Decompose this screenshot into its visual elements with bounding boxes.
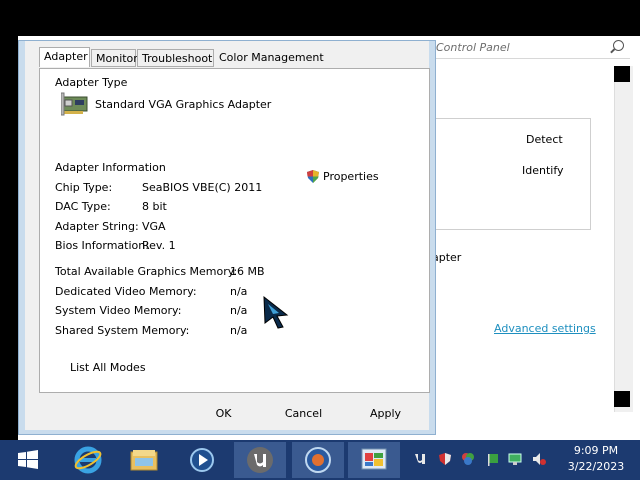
chip-type-label: Chip Type: xyxy=(55,181,113,194)
adapter-information-heading: Adapter Information xyxy=(55,161,166,174)
utorrent-tray-icon[interactable] xyxy=(413,452,427,466)
scroll-down-arrow[interactable] xyxy=(614,391,630,407)
clock-time: 9:09 PM xyxy=(573,444,619,457)
tab-troubleshoot[interactable]: Troubleshoot xyxy=(137,49,214,67)
internet-explorer-icon xyxy=(74,446,102,474)
adapter-label-partial: apter xyxy=(432,251,462,264)
system-video-memory-label: System Video Memory: xyxy=(55,304,182,317)
display-preview-box xyxy=(432,118,591,230)
network-globe-button[interactable] xyxy=(292,442,344,478)
start-button[interactable] xyxy=(2,442,54,478)
dac-type-value: 8 bit xyxy=(142,200,167,213)
media-player-button[interactable] xyxy=(176,442,228,478)
adapter-properties-dialog: Adapter Monitor Troubleshoot Color Manag… xyxy=(18,40,436,435)
uac-shield-icon xyxy=(307,169,319,183)
identify-button[interactable]: Identify xyxy=(522,164,564,177)
internet-explorer-button[interactable] xyxy=(62,442,114,478)
scroll-up-arrow[interactable] xyxy=(614,66,630,82)
colorful-tray-icon[interactable] xyxy=(461,452,475,466)
apply-button[interactable]: Apply xyxy=(348,403,423,425)
scrollbar[interactable] xyxy=(614,66,633,412)
security-shield-tray-icon[interactable] xyxy=(438,452,452,466)
tab-monitor[interactable]: Monitor xyxy=(91,49,138,67)
utorrent-button[interactable] xyxy=(234,442,286,478)
green-flag-tray-icon[interactable] xyxy=(486,452,500,466)
cancel-button[interactable]: Cancel xyxy=(266,403,341,425)
start-icon xyxy=(18,450,38,469)
detect-button[interactable]: Detect xyxy=(526,133,563,146)
total-graphics-memory-value: 16 MB xyxy=(230,265,265,278)
network-tray-icon[interactable] xyxy=(508,452,522,466)
mouse-cursor-icon xyxy=(263,295,289,329)
shared-system-memory-label: Shared System Memory: xyxy=(55,324,190,337)
control-panel-icon xyxy=(361,448,387,470)
utorrent-icon xyxy=(247,447,273,473)
file-explorer-icon xyxy=(130,450,158,471)
clock-date: 3/22/2023 xyxy=(567,460,625,473)
search-box[interactable]: Control Panel xyxy=(432,38,630,59)
adapter-name: Standard VGA Graphics Adapter xyxy=(95,98,272,111)
system-video-memory-value: n/a xyxy=(230,304,248,317)
list-all-modes-button[interactable]: List All Modes xyxy=(70,361,146,374)
bios-information-value: Rev. 1 xyxy=(142,239,176,252)
network-globe-icon xyxy=(305,447,331,473)
adapter-string-label: Adapter String: xyxy=(55,220,139,233)
media-player-icon xyxy=(190,448,214,472)
dedicated-video-memory-value: n/a xyxy=(230,285,248,298)
control-panel-button[interactable] xyxy=(348,442,400,478)
top-black-bar xyxy=(0,0,640,36)
graphics-card-icon xyxy=(61,92,88,116)
properties-button[interactable]: Properties xyxy=(307,167,379,185)
system-clock[interactable]: 9:09 PM 3/22/2023 xyxy=(556,443,636,475)
shared-system-memory-value: n/a xyxy=(230,324,248,337)
total-graphics-memory-label: Total Available Graphics Memory: xyxy=(55,265,238,278)
tab-color-management[interactable]: Color Management xyxy=(215,49,324,67)
taskbar xyxy=(0,440,640,480)
search-icon[interactable] xyxy=(613,40,624,51)
volume-muted-tray-icon[interactable] xyxy=(532,452,546,466)
bios-information-label: Bios Information: xyxy=(55,239,149,252)
properties-label: Properties xyxy=(323,169,379,183)
dialog-body: Adapter Monitor Troubleshoot Color Manag… xyxy=(25,41,430,430)
adapter-type-heading: Adapter Type xyxy=(55,76,128,89)
file-explorer-button[interactable] xyxy=(118,442,170,478)
search-placeholder: Control Panel xyxy=(436,41,510,54)
dac-type-label: DAC Type: xyxy=(55,200,111,213)
adapter-string-value: VGA xyxy=(142,220,166,233)
advanced-settings-link[interactable]: Advanced settings xyxy=(494,322,596,335)
ok-button[interactable]: OK xyxy=(186,403,261,425)
chip-type-value: SeaBIOS VBE(C) 2011 xyxy=(142,181,263,194)
tab-adapter[interactable]: Adapter xyxy=(39,47,90,67)
dedicated-video-memory-label: Dedicated Video Memory: xyxy=(55,285,197,298)
